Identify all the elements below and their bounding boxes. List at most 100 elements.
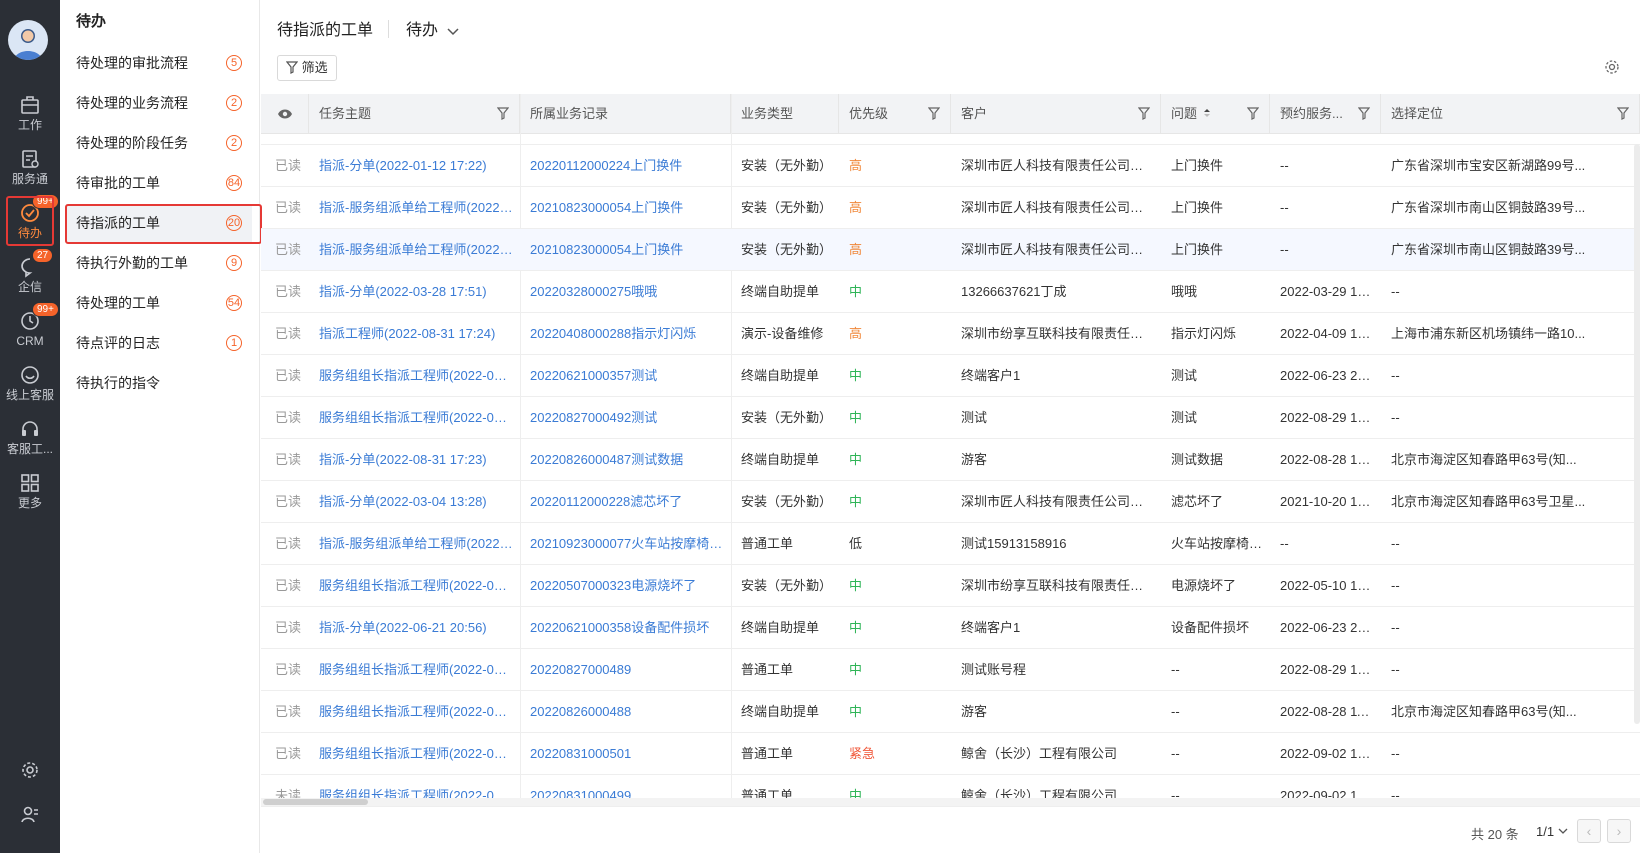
record-cell[interactable]: 20220831000499 (520, 775, 725, 798)
subject-cell[interactable]: 指派-分单(2022-03-28 17:51) (309, 271, 514, 313)
table-row[interactable]: 已读 指派-分单(2022-03-04 13:28) 20220112000228滤… (261, 481, 1640, 523)
rail-item-online-service[interactable]: 线上客服 (0, 358, 60, 412)
subject-cell[interactable]: 服务组组长指派工程师(2022-08-31 ... (309, 733, 514, 775)
table-row[interactable]: 已读 服务组组长指派工程师(2022-08-31 ... 2022083100050… (261, 733, 1640, 775)
record-cell[interactable]: 20220507000323电源烧坏了 (520, 565, 725, 607)
type-cell: 安装（无外勤） (741, 200, 833, 215)
column-subject-header[interactable]: 任务主题 (309, 94, 520, 134)
panel-highlight-box (65, 204, 262, 244)
table-row[interactable]: 已读 指派-服务组派单给工程师(2022-07-... 20210923000077… (261, 523, 1640, 565)
record-cell[interactable]: 20220328000275哦哦 (520, 271, 725, 313)
panel-item[interactable]: 待点评的日志 1 (66, 324, 252, 362)
profile-button[interactable] (0, 804, 60, 827)
type-cell: 终端自助提单 (741, 704, 820, 719)
record-cell[interactable]: 20220827000492测试 (520, 397, 725, 439)
table-row[interactable]: 已读 指派-分单(2022-01-12 17:22) 20220112000224上… (261, 145, 1640, 187)
table-row[interactable]: 已读 服务组组长指派工程师(2022-08-30 ... 2022082600048… (261, 691, 1640, 733)
table-row[interactable]: 已读 服务组组长指派工程师(2022-05-07 ... 2022050700032… (261, 565, 1640, 607)
table-row[interactable]: 已读 指派工程师(2022-08-31 17:24) 20220408000288指… (261, 313, 1640, 355)
column-customer-header[interactable]: 客户 (951, 94, 1161, 134)
table-row[interactable]: 已读 指派-分单(2022-06-21 20:56) 20220621000358设… (261, 607, 1640, 649)
panel-item[interactable]: 待处理的业务流程 2 (66, 84, 252, 122)
column-filter-icon[interactable] (928, 107, 940, 120)
sort-icon[interactable] (1203, 108, 1211, 118)
type-cell: 终端自助提单 (741, 620, 820, 635)
record-cell[interactable]: 20220827000489 (520, 649, 725, 691)
customer-cell: 测试15913158916 (961, 536, 1067, 551)
record-cell[interactable]: 20220826000487测试数据 (520, 439, 725, 481)
table-row[interactable]: 已读 指派-服务组派单给工程师(2022-08-... 20210823000054… (261, 229, 1640, 271)
table-row[interactable]: 已读 服务组组长指派工程师(2022-08-30 ... 2022082700048… (261, 649, 1640, 691)
subject-cell[interactable]: 指派-分单(2022-08-31 17:23) (309, 439, 514, 481)
column-appointment-header[interactable]: 预约服务... (1270, 94, 1381, 134)
column-priority-header[interactable]: 优先级 (839, 94, 951, 134)
record-cell[interactable]: 20220408000288指示灯闪烁 (520, 313, 725, 355)
record-cell[interactable]: 20210823000054上门换件 (520, 229, 725, 271)
column-filter-icon[interactable] (1358, 107, 1370, 120)
view-selector[interactable]: 待办 (406, 16, 460, 40)
column-filter-icon[interactable] (1247, 107, 1259, 120)
table-settings-button[interactable] (1604, 59, 1620, 78)
subject-cell[interactable]: 指派-分单(2022-03-04 13:28) (309, 481, 514, 523)
panel-item[interactable]: 待审批的工单 84 (66, 164, 252, 202)
subject-cell[interactable]: 服务组组长指派工程师(2022-08-31 ... (309, 775, 514, 798)
record-cell[interactable]: 20220826000488 (520, 691, 725, 733)
horizontal-scrollbar[interactable] (261, 798, 1640, 806)
rail-item-more[interactable]: 更多 (0, 466, 60, 520)
column-issue-header[interactable]: 问题 (1161, 94, 1270, 134)
rail-item-support[interactable]: 客服工... (0, 412, 60, 466)
panel-item[interactable]: 待处理的审批流程 5 (66, 44, 252, 82)
table-row[interactable]: 未读 服务组组长指派工程师(2022-08-31 ... 2022083100049… (261, 775, 1640, 798)
subject-cell[interactable]: 指派-服务组派单给工程师(2022-08-... (309, 229, 514, 271)
subject-cell[interactable]: 指派-分单(2022-06-21 20:56) (309, 607, 514, 649)
panel-item[interactable]: 待处理的阶段任务 2 (66, 124, 252, 162)
subject-cell[interactable]: 指派工程师(2022-08-31 17:24) (309, 313, 514, 355)
subject-cell[interactable]: 服务组组长指派工程师(2022-08-27 ... (309, 397, 514, 439)
table-row[interactable]: 已读 指派-分单(2022-03-28 17:51) 20220328000275哦… (261, 271, 1640, 313)
subject-cell[interactable]: 指派-服务组派单给工程师(2022-08-... (309, 187, 514, 229)
column-visibility[interactable] (261, 94, 309, 134)
subject-cell[interactable]: 服务组组长指派工程师(2022-06-21 ... (309, 355, 514, 397)
table-row[interactable]: 已读 指派-服务组派单给工程师(2022-08-... 20210823000054… (261, 187, 1640, 229)
table-row[interactable]: 已读 服务组组长指派工程师(2022-06-21 ... 2022062100035… (261, 355, 1640, 397)
table-row[interactable]: 已读 指派-分单(2022-08-31 17:23) 20220826000487测… (261, 439, 1640, 481)
priority-cell: 中 (849, 704, 863, 719)
subject-cell[interactable]: 服务组组长指派工程师(2022-08-30 ... (309, 691, 514, 733)
scrollbar-thumb[interactable] (263, 799, 368, 805)
record-cell[interactable]: 20210823000054上门换件 (520, 187, 725, 229)
vertical-scrollbar[interactable] (1634, 144, 1640, 724)
column-filter-icon[interactable] (1138, 107, 1150, 120)
column-location-header[interactable]: 选择定位 (1381, 94, 1640, 134)
panel-item-count: 1 (226, 335, 242, 351)
panel-item[interactable]: 待执行外勤的工单 9 (66, 244, 252, 282)
record-cell[interactable]: 20220621000358设备配件损坏 (520, 607, 725, 649)
column-filter-icon[interactable] (1617, 107, 1629, 120)
column-filter-icon[interactable] (497, 107, 509, 120)
column-type-header[interactable]: 业务类型 (731, 94, 839, 134)
subject-cell[interactable]: 指派-服务组派单给工程师(2022-07-... (309, 523, 514, 565)
rail-item-crm[interactable]: CRM 99+ (0, 302, 60, 358)
panel-item[interactable]: 待处理的工单 54 (66, 284, 252, 322)
rail-item-messenger[interactable]: 企信 27 (0, 248, 60, 304)
page-selector[interactable]: 1/1 (1536, 824, 1568, 839)
table-row[interactable]: 已读 服务组组长指派工程师(2022-08-27 ... 2022082700049… (261, 397, 1640, 439)
rail-item-work[interactable]: 工作 (0, 88, 60, 142)
record-cell[interactable]: 20220112000228滤芯坏了 (520, 481, 725, 523)
record-cell[interactable]: 20210923000077火车站按摩椅子坏了 (520, 523, 725, 565)
record-cell[interactable]: 20220831000501 (520, 733, 725, 775)
filter-button[interactable]: 筛选 (277, 55, 337, 81)
subject-cell[interactable]: 服务组组长指派工程师(2022-05-07 ... (309, 565, 514, 607)
type-cell: 安装（无外勤） (741, 578, 833, 593)
column-record-header[interactable]: 所属业务记录 (520, 94, 731, 134)
prev-page-button[interactable]: ‹ (1577, 819, 1601, 843)
subject-cell[interactable]: 指派-分单(2022-01-12 17:22) (309, 145, 514, 187)
next-page-button[interactable]: › (1607, 819, 1631, 843)
record-cell[interactable]: 20220621000357测试 (520, 355, 725, 397)
panel-item[interactable]: 待执行的指令 (66, 364, 252, 402)
subject-cell[interactable]: 服务组组长指派工程师(2022-08-30 ... (309, 649, 514, 691)
settings-button[interactable] (0, 760, 60, 783)
rail-item-service[interactable]: 服务通 (0, 142, 60, 196)
user-avatar[interactable] (8, 20, 48, 60)
panel-item-count: 84 (226, 175, 242, 191)
record-cell[interactable]: 20220112000224上门换件 (520, 145, 725, 187)
